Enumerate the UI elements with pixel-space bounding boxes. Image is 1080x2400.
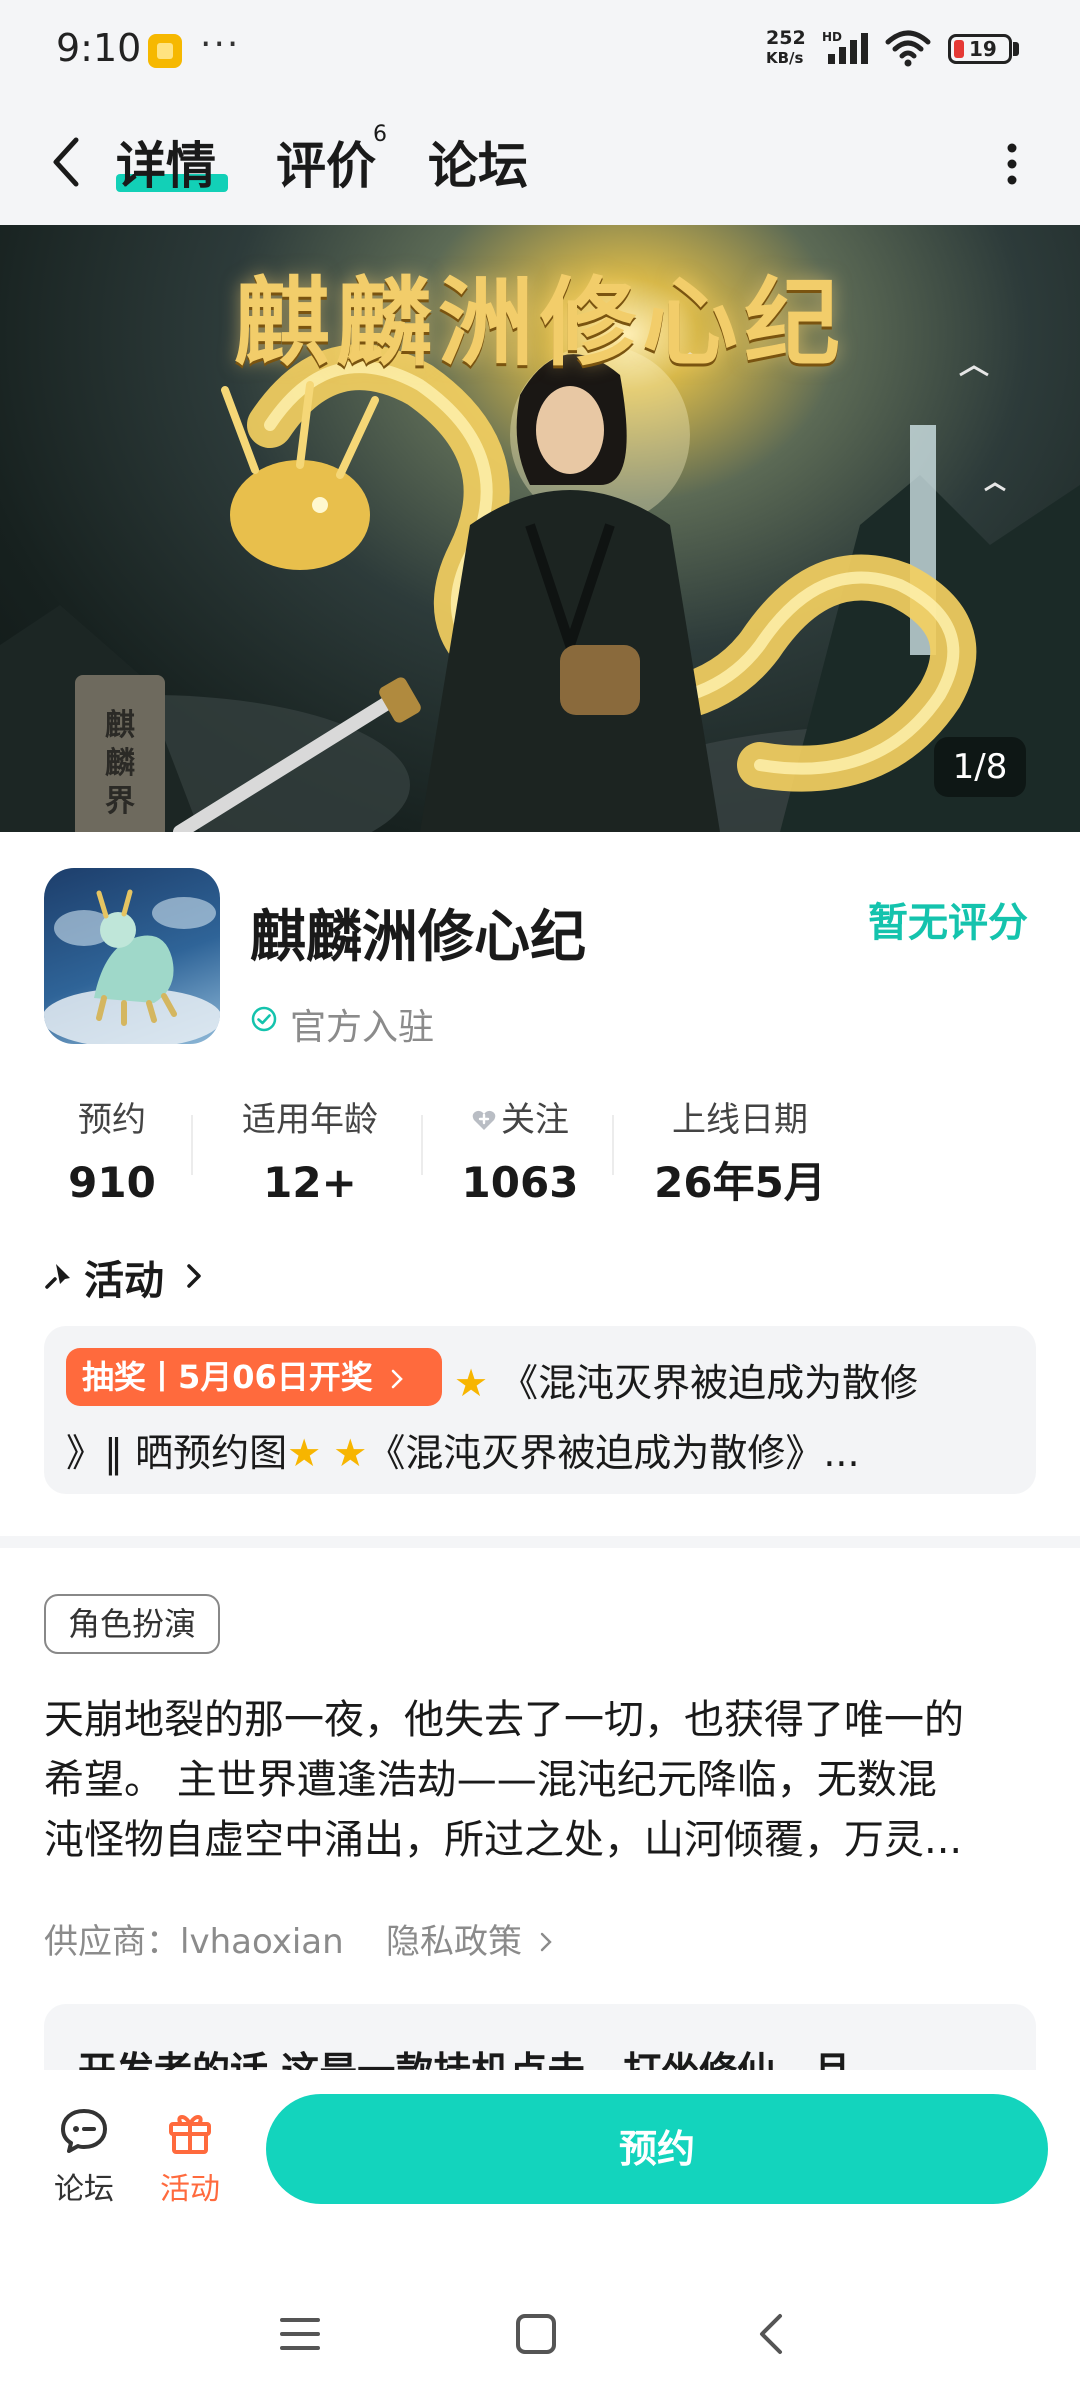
reviews-count: 6 xyxy=(373,122,387,147)
activity-text: 《混沌灭界被迫成为散修 xyxy=(500,1361,919,1405)
star-icon: ★ xyxy=(454,1361,489,1405)
stat-value: 910 xyxy=(68,1158,156,1205)
wifi-icon xyxy=(885,30,931,67)
more-options-icon[interactable] xyxy=(1006,142,1018,186)
stat-label: 适用年龄 xyxy=(242,1100,378,1140)
network-speed: 252 KB/s xyxy=(766,28,806,68)
system-navigation-bar xyxy=(0,2270,1080,2400)
activity-text: 》‖ 晒预约图 xyxy=(66,1431,288,1475)
activity-button[interactable]: 活动 xyxy=(150,2104,230,2208)
gift-icon xyxy=(169,2115,211,2154)
forum-label: 论坛 xyxy=(54,2172,114,2207)
chat-bubble-icon xyxy=(61,2109,107,2153)
reserve-button[interactable]: 预约 xyxy=(266,2094,1048,2204)
tab-reviews[interactable]: 评价 xyxy=(276,126,376,198)
status-time: 9:10 xyxy=(56,26,142,70)
top-nav-bar: 详情 评价 6 论坛 xyxy=(0,100,1080,225)
description-line: 希望。 主世界遭逢浩劫——混沌纪元降临，无数混 xyxy=(44,1757,937,1803)
battery-icon: 19 xyxy=(948,34,1012,64)
banner-title: 麒麟洲修心纪 xyxy=(234,266,846,379)
stat-value: 26年5月 xyxy=(654,1158,826,1205)
section-divider xyxy=(0,1536,1080,1548)
stat-label: 预约 xyxy=(78,1100,146,1140)
privacy-policy-link[interactable]: 隐私政策 xyxy=(386,1914,553,1963)
activity-label: 活动 xyxy=(160,2172,220,2207)
stone-text-1: 麒 xyxy=(105,708,135,743)
bottom-action-bar: 论坛 活动 预约 xyxy=(0,2070,1080,2270)
lottery-badge-label: 抽奖丨5月06日开奖 xyxy=(82,1358,373,1396)
app-icon xyxy=(44,868,220,1044)
stat-value: 12+ xyxy=(263,1158,357,1205)
carousel-page-indicator: 1/8 xyxy=(934,737,1026,797)
stone-text-2: 麟 xyxy=(105,746,135,781)
stat-release-date: 上线日期 26年5月 xyxy=(630,1095,850,1205)
notification-app-icon xyxy=(148,34,182,68)
star-icon: ★ xyxy=(287,1431,322,1475)
more-notifications-icon: ··· xyxy=(200,24,241,65)
chevron-right-icon xyxy=(391,1369,403,1389)
tab-forum[interactable]: 论坛 xyxy=(428,126,528,198)
network-speed-value: 252 xyxy=(766,27,806,49)
pin-icon xyxy=(45,1264,70,1289)
stat-followers[interactable]: 关注 1063 xyxy=(440,1095,600,1205)
signal-icon xyxy=(828,33,868,64)
description-line: 天崩地裂的那一夜，他失去了一切，也获得了唯一的 xyxy=(44,1697,964,1743)
verified-label: 官方入驻 xyxy=(290,1007,435,1048)
menu-icon[interactable] xyxy=(272,2306,328,2362)
privacy-policy-label: 隐私政策 xyxy=(386,1922,522,1962)
rating-status: 暂无评分 xyxy=(868,900,1028,946)
status-bar: 9:10 ··· 252 KB/s HD 19 xyxy=(0,0,1080,100)
activity-title: 活动 xyxy=(84,1258,164,1304)
app-name: 麒麟洲修心纪 xyxy=(250,905,586,970)
chevron-right-icon xyxy=(187,1264,201,1288)
star-icon: ★ xyxy=(333,1431,368,1475)
activity-text-line2: 》‖ 晒预约图★ ★《混沌灭界被迫成为散修》... xyxy=(66,1422,1026,1477)
stat-divider xyxy=(421,1115,423,1175)
stat-label: 关注 xyxy=(501,1100,569,1140)
stat-label: 上线日期 xyxy=(672,1100,808,1140)
activity-card[interactable]: 抽奖丨5月06日开奖 ★ 《混沌灭界被迫成为散修 》‖ 晒预约图★ ★《混沌灭界… xyxy=(44,1326,1036,1494)
stat-reservations: 预约 910 xyxy=(52,1095,172,1205)
home-square-icon[interactable] xyxy=(508,2306,564,2362)
supplier-label: 供应商：lvhaoxian xyxy=(44,1922,344,1962)
system-back-icon[interactable] xyxy=(744,2306,800,2362)
game-description[interactable]: 天崩地裂的那一夜，他失去了一切，也获得了唯一的 希望。 主世界遭逢浩劫——混沌纪… xyxy=(44,1690,1042,1870)
stat-age-rating: 适用年龄 12+ xyxy=(210,1095,410,1205)
chevron-right-icon xyxy=(540,1932,552,1952)
stat-divider xyxy=(612,1115,614,1175)
forum-button[interactable]: 论坛 xyxy=(44,2104,124,2208)
screenshot-carousel[interactable]: 麒 麟 界 麒麟洲修心纪 1/8 xyxy=(0,225,1080,832)
description-line: 沌怪物自虚空中涌出，所过之处，山河倾覆，万灵... xyxy=(44,1817,963,1863)
network-speed-unit: KB/s xyxy=(766,49,804,67)
back-arrow-icon[interactable] xyxy=(44,130,88,194)
tab-details[interactable]: 详情 xyxy=(116,126,216,198)
verified-check-icon xyxy=(251,1006,277,1032)
battery-level: 19 xyxy=(969,37,997,61)
lottery-badge[interactable]: 抽奖丨5月06日开奖 xyxy=(66,1348,442,1406)
stone-text-3: 界 xyxy=(105,784,135,819)
genre-tag[interactable]: 角色扮演 xyxy=(44,1594,221,1654)
activity-text: 《混沌灭界被迫成为散修》... xyxy=(367,1431,860,1475)
stat-value: 1063 xyxy=(461,1158,579,1205)
stat-divider xyxy=(191,1115,193,1175)
activity-text-line1: ★ 《混沌灭界被迫成为散修 xyxy=(454,1352,918,1407)
heart-plus-icon xyxy=(472,1110,496,1130)
